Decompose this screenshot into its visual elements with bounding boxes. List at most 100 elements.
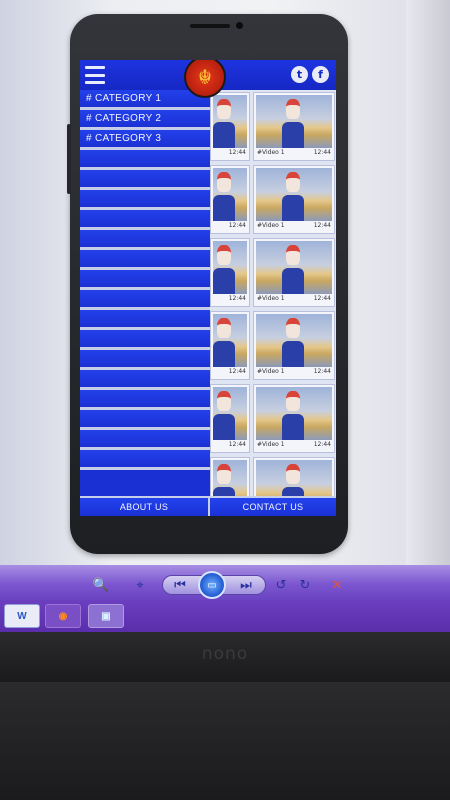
menu-item[interactable] bbox=[80, 290, 210, 310]
menu-item[interactable] bbox=[80, 270, 210, 290]
video-label: #Video 1 bbox=[257, 222, 285, 229]
phone-speaker bbox=[190, 24, 230, 28]
video-thumbnail[interactable]: #Video 1 12:44 bbox=[253, 165, 335, 234]
video-duration: 12:44 bbox=[313, 368, 331, 375]
rotate-right-icon[interactable]: ↻ bbox=[296, 575, 314, 595]
rotate-left-icon[interactable]: ↺ bbox=[272, 575, 290, 595]
video-duration: 12:44 bbox=[228, 149, 246, 156]
video-caption: 12:44 bbox=[214, 441, 246, 451]
fit-screen-icon[interactable]: ⌖ bbox=[130, 575, 150, 595]
menu-item[interactable] bbox=[80, 230, 210, 250]
video-thumbnail[interactable]: 12:44 bbox=[210, 311, 250, 380]
video-label: #Video 1 bbox=[257, 295, 285, 302]
monitor-brand: nono bbox=[201, 644, 249, 664]
video-duration: 12:44 bbox=[313, 149, 331, 156]
figure-body bbox=[282, 195, 304, 221]
desk-background bbox=[0, 682, 450, 800]
menu-item[interactable] bbox=[80, 330, 210, 350]
zoom-icon[interactable]: 🔍 bbox=[90, 575, 112, 595]
menu-item[interactable] bbox=[80, 190, 210, 210]
video-duration: 12:44 bbox=[228, 368, 246, 375]
app-header: ☬ t f bbox=[80, 60, 336, 98]
video-thumbnail[interactable]: 12:44 bbox=[210, 165, 250, 234]
next-icon[interactable]: ⏭ bbox=[236, 575, 256, 595]
photo-viewer-taskbar-icon[interactable]: ▣ bbox=[88, 604, 124, 628]
figure-body bbox=[213, 341, 235, 367]
video-duration: 12:44 bbox=[228, 441, 246, 448]
figure-head bbox=[286, 245, 300, 265]
video-preview-image bbox=[256, 241, 332, 294]
figure-head bbox=[217, 391, 231, 411]
figure-head bbox=[217, 99, 231, 119]
video-grid: 12:44 #Video 1 12:44 12:44 #Video 1 12:44 12:4… bbox=[210, 90, 336, 516]
video-caption: #Video 1 12:44 bbox=[257, 368, 331, 378]
video-thumbnail[interactable]: #Video 1 12:44 bbox=[253, 92, 335, 161]
video-thumbnail[interactable]: 12:44 bbox=[210, 92, 250, 161]
figure-head bbox=[286, 318, 300, 338]
menu-item[interactable]: # CATEGORY 2 bbox=[80, 110, 210, 130]
figure-head bbox=[217, 318, 231, 338]
figure-head bbox=[217, 464, 231, 484]
about-us-button[interactable]: ABOUT US bbox=[80, 498, 210, 516]
video-preview-image bbox=[256, 387, 332, 440]
screen-edge bbox=[406, 0, 450, 565]
app-footer: ABOUT US CONTACT US bbox=[80, 496, 336, 516]
video-thumbnail[interactable]: 12:44 bbox=[210, 384, 250, 453]
word-taskbar-icon[interactable]: W bbox=[4, 604, 40, 628]
video-caption: #Video 1 12:44 bbox=[257, 149, 331, 159]
delete-icon[interactable]: ✕ bbox=[328, 575, 346, 595]
menu-item[interactable] bbox=[80, 210, 210, 230]
menu-item[interactable] bbox=[80, 350, 210, 370]
twitter-icon[interactable]: t bbox=[291, 66, 308, 83]
slideshow-button[interactable]: ▭ bbox=[198, 571, 226, 599]
menu-item[interactable] bbox=[80, 390, 210, 410]
menu-item[interactable] bbox=[80, 370, 210, 390]
video-preview-image bbox=[213, 387, 247, 440]
menu-item[interactable] bbox=[80, 410, 210, 430]
video-preview-image bbox=[213, 168, 247, 221]
figure-body bbox=[282, 414, 304, 440]
figure-head bbox=[217, 245, 231, 265]
video-thumbnail[interactable]: #Video 1 12:44 bbox=[253, 384, 335, 453]
menu-item[interactable] bbox=[80, 170, 210, 190]
figure-body bbox=[282, 268, 304, 294]
previous-icon[interactable]: ⏮ bbox=[170, 575, 190, 595]
menu-item[interactable] bbox=[80, 430, 210, 450]
figure-body bbox=[213, 268, 235, 294]
firefox-taskbar-icon[interactable]: ◉ bbox=[45, 604, 81, 628]
menu-item[interactable] bbox=[80, 150, 210, 170]
video-preview-image bbox=[213, 314, 247, 367]
facebook-icon[interactable]: f bbox=[312, 66, 329, 83]
video-preview-image bbox=[213, 95, 247, 148]
video-duration: 12:44 bbox=[313, 222, 331, 229]
video-duration: 12:44 bbox=[228, 295, 246, 302]
phone-side-button bbox=[67, 124, 71, 194]
video-label: #Video 1 bbox=[257, 441, 285, 448]
video-thumbnail[interactable]: #Video 1 12:44 bbox=[253, 311, 335, 380]
menu-item[interactable] bbox=[80, 450, 210, 470]
figure-body bbox=[213, 195, 235, 221]
figure-head bbox=[286, 464, 300, 484]
phone-mockup: ☬ t f # CATEGORY 1 # CATEGORY 2 # CATEGORY… bbox=[67, 14, 348, 554]
video-caption: #Video 1 12:44 bbox=[257, 441, 331, 451]
figure-body bbox=[282, 341, 304, 367]
video-caption: 12:44 bbox=[214, 295, 246, 305]
video-preview-image bbox=[256, 168, 332, 221]
menu-item[interactable] bbox=[80, 250, 210, 270]
video-caption: 12:44 bbox=[214, 149, 246, 159]
video-caption: 12:44 bbox=[214, 368, 246, 378]
menu-item[interactable]: # CATEGORY 3 bbox=[80, 130, 210, 150]
video-duration: 12:44 bbox=[313, 295, 331, 302]
figure-head bbox=[286, 99, 300, 119]
video-preview-image bbox=[213, 241, 247, 294]
figure-head bbox=[217, 172, 231, 192]
menu-item[interactable] bbox=[80, 310, 210, 330]
figure-head bbox=[286, 172, 300, 192]
video-thumbnail[interactable]: 12:44 bbox=[210, 238, 250, 307]
video-thumbnail[interactable]: #Video 1 12:44 bbox=[253, 238, 335, 307]
figure-body bbox=[282, 122, 304, 148]
figure-head bbox=[286, 391, 300, 411]
menu-toggle-icon[interactable] bbox=[85, 66, 105, 84]
contact-us-button[interactable]: CONTACT US bbox=[210, 498, 336, 516]
video-duration: 12:44 bbox=[228, 222, 246, 229]
